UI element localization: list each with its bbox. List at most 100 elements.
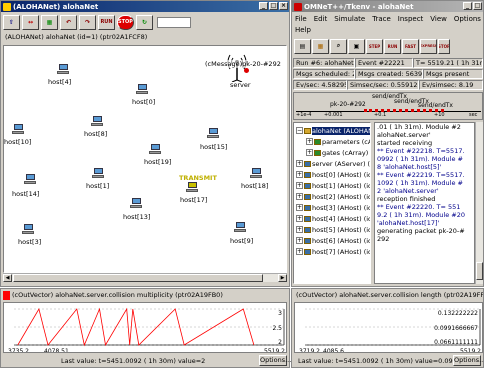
host-icon[interactable] (130, 198, 142, 208)
log-line: ** Event #22218. T=5517. (377, 147, 465, 155)
close-button[interactable]: × (279, 2, 288, 10)
host-icon[interactable] (250, 168, 262, 178)
zoom-out-button[interactable]: ↶ (60, 14, 77, 30)
host-icon[interactable] (57, 64, 69, 74)
tree-row[interactable]: + host[2] (AHost) (id (296, 192, 371, 201)
scroll-thumb[interactable] (13, 274, 263, 282)
run-button[interactable]: RUN (384, 38, 401, 54)
log-line: reception finished (377, 195, 436, 203)
tree-row[interactable]: + gates (cArray) (306, 148, 368, 157)
network-window-titlebar[interactable]: (ALOHANet) alohaNet _ □ × (1, 1, 289, 12)
y-tick-label: 0.0661111111 (434, 339, 478, 346)
log-line: 8 'alohaNet.host[5]' (377, 163, 442, 171)
x-tick-label: 3719.2 (299, 348, 320, 353)
timeline[interactable]: send/endTx send/endTx pk-20-#292 send/en… (293, 92, 483, 120)
menu-help[interactable]: Help (295, 26, 311, 34)
run-button[interactable]: RUN (98, 14, 115, 30)
collision-length-chart[interactable]: 0.132222222 0.0991666667 0.0661111111 3719.… (294, 302, 483, 353)
tree-row[interactable]: −alohaNet (ALOHANet) (296, 126, 370, 135)
tree-label: host[2] (AHost) (id (312, 192, 371, 201)
parent-module-button[interactable]: ⇧ (3, 14, 20, 30)
tkenv-toolbar: ▤ ▦ ⌕ ▣ STEP RUN FAST EXPRESS STOP (292, 37, 483, 55)
maximize-button[interactable]: □ (473, 2, 482, 10)
fast-button[interactable]: FAST (402, 38, 419, 54)
find-button[interactable]: ⌕ (330, 38, 347, 54)
message-label: (cMessage)pk-20-#292 (205, 60, 281, 68)
layout-button[interactable]: ▦ (41, 14, 58, 30)
ev-per-simsec-field: Ev/simsec: 8.19 (419, 80, 483, 90)
network-canvas[interactable]: host[4] host[0] host[8] host[10] host[19… (3, 45, 287, 273)
menu-options[interactable]: Options (454, 15, 481, 23)
minimize-button[interactable]: _ (463, 2, 472, 10)
log-line: 2 'alohaNet.server' (377, 187, 439, 195)
host-icon[interactable] (91, 116, 103, 126)
refresh-button[interactable]: ↻ (136, 14, 153, 30)
host-icon[interactable] (12, 124, 24, 134)
tree-label: server (AServer) ( (312, 159, 371, 168)
tree-row[interactable]: + host[7] (AHost) (id (296, 247, 370, 256)
zoom-in-button[interactable]: ↷ (79, 14, 96, 30)
tree-row[interactable]: +parameters (cArray) (306, 137, 370, 146)
host-icon[interactable] (92, 168, 104, 178)
stop-button[interactable]: STOP (117, 14, 134, 30)
menu-view[interactable]: View (430, 15, 447, 23)
message-dot[interactable] (244, 68, 249, 73)
transmitting-host-icon[interactable] (186, 182, 198, 192)
host-icon[interactable] (234, 222, 246, 232)
log-line: ** Event #22220. T= 551 (377, 203, 461, 211)
tkenv-window-title: OMNeT++/Tkenv - alohaNet (304, 2, 414, 11)
y-tick-label: 0.132222222 (438, 310, 478, 317)
tree-row[interactable]: + host[6] (AHost) (id (296, 236, 370, 245)
maximize-button[interactable]: □ (269, 2, 278, 10)
run-field: Run #6: alohaNet (293, 58, 355, 68)
tree-row[interactable]: + server (AServer) ( (296, 159, 370, 168)
timeline-tick: sec (469, 112, 478, 118)
timeline-tick: +0.1 (374, 112, 387, 118)
host-icon[interactable] (22, 224, 34, 234)
menu-edit[interactable]: Edit (314, 15, 328, 23)
stop-button[interactable]: STOP (438, 38, 450, 54)
tree-row[interactable]: + host[5] (AHost) (id (296, 225, 371, 234)
relayout-button[interactable]: ↔ (22, 14, 39, 30)
load-network-button[interactable]: ▦ (312, 38, 329, 54)
timeline-label: pk-20-#292 (330, 101, 366, 108)
host-icon[interactable] (136, 84, 148, 94)
scroll-thumb[interactable] (476, 262, 483, 280)
tree-row[interactable]: + host[3] (AHost) (id (296, 203, 370, 212)
menu-file[interactable]: File (295, 15, 307, 23)
host-icon[interactable] (207, 128, 219, 138)
canvas-horizontal-scrollbar[interactable]: ◀ ▶ (3, 273, 287, 282)
scroll-right-arrow[interactable]: ▶ (278, 274, 287, 282)
tree-row[interactable]: + host[4] (AHost) (id (296, 214, 370, 223)
plot-title: (cOutVector) alohaNet.server.collision l… (296, 291, 483, 299)
folder-icon (314, 138, 321, 145)
tree-row[interactable]: + host[1] (AHost) (id (296, 181, 370, 190)
menu-simulate[interactable]: Simulate (334, 15, 365, 23)
tkenv-titlebar[interactable]: OMNeT++/Tkenv - alohaNet _ □ (292, 1, 483, 12)
scroll-left-arrow[interactable]: ◀ (3, 274, 12, 282)
event-log[interactable]: .01 ( 1h 31m). Module #2 alohaNet.server… (374, 122, 475, 284)
object-tree[interactable]: −alohaNet (ALOHANet) +parameters (cArray… (293, 122, 371, 284)
options-button[interactable]: Options... (453, 355, 484, 366)
options-button[interactable]: Options... (259, 355, 291, 366)
menu-inspect[interactable]: Inspect (398, 15, 424, 23)
host-icon[interactable] (149, 144, 161, 154)
host-icon[interactable] (24, 174, 36, 184)
tree-label: host[0] (AHost) (id (312, 170, 371, 179)
collision-length-plot-window: (cOutVector) alohaNet.server.collision l… (291, 288, 484, 368)
tree-label: host[5] (AHost) (id (312, 225, 371, 234)
collision-multiplicity-chart[interactable]: 3 2.5 2 3735.2 4078.51 5519.2 (3, 302, 287, 353)
tkenv-main-window: OMNeT++/Tkenv - alohaNet _ □ File Edit S… (291, 0, 484, 287)
tree-row[interactable]: + host[0] (AHost) (id (296, 170, 371, 179)
minimize-button[interactable]: _ (259, 2, 268, 10)
log-line: .01 ( 1h 31m). Module #2 (377, 123, 461, 131)
log-vertical-scrollbar[interactable] (475, 122, 483, 284)
animation-speed-field[interactable] (157, 16, 191, 28)
save-button[interactable]: ▣ (348, 38, 365, 54)
new-run-button[interactable]: ▤ (294, 38, 311, 54)
menu-trace[interactable]: Trace (372, 15, 391, 23)
step-button[interactable]: STEP (366, 38, 383, 54)
express-button[interactable]: EXPRESS (420, 38, 437, 54)
host-label: host[8] (84, 130, 108, 138)
plot-header: (cOutVector) alohaNet.server.collision l… (292, 289, 483, 301)
